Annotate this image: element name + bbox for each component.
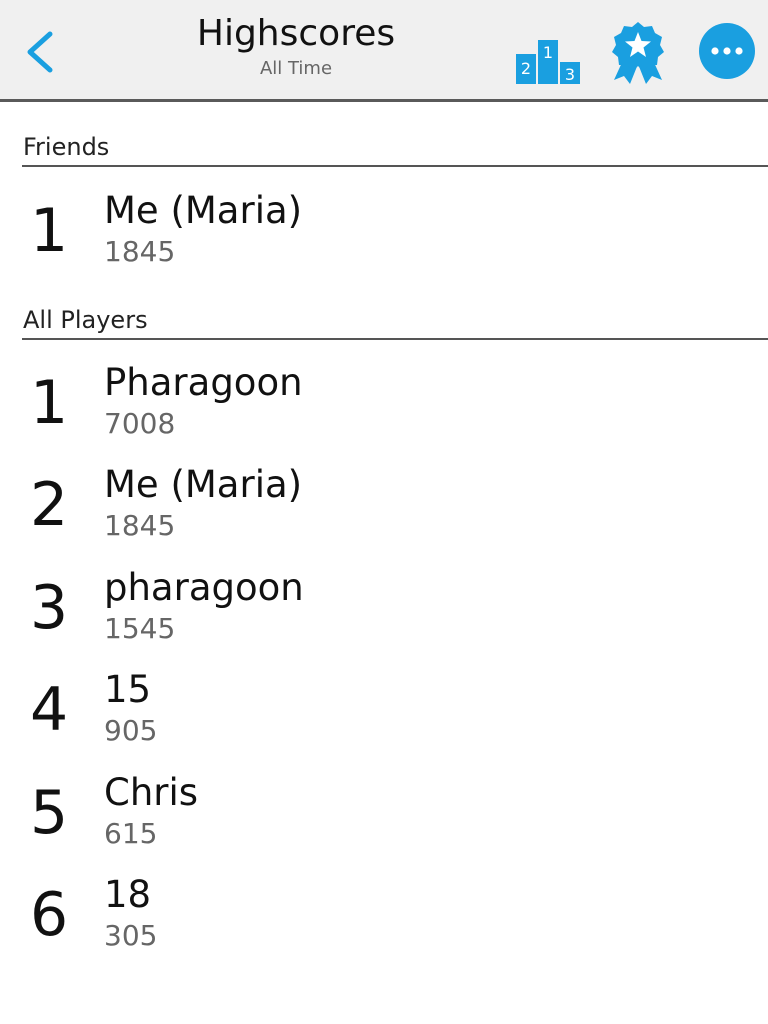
player-score: 1845 [104, 509, 176, 542]
title-block: Highscores All Time [150, 12, 442, 80]
player-name: Pharagoon [104, 361, 303, 404]
rank-number: 2 [30, 470, 69, 540]
player-name: Chris [104, 771, 199, 814]
rank-number: 3 [30, 573, 69, 643]
leaderboard-list-item[interactable]: 6 18 305 [0, 872, 768, 972]
leaderboard-list-item[interactable]: 3 pharagoon 1545 [0, 565, 768, 665]
player-score: 615 [104, 817, 158, 850]
chevron-left-icon [27, 31, 53, 73]
podium-icon: 2 1 3 [516, 40, 580, 84]
player-score: 1845 [104, 235, 176, 268]
leaderboard-list-item[interactable]: 1 Pharagoon 7008 [0, 360, 768, 460]
page-subtitle: All Time [259, 58, 333, 79]
top-bar: Highscores All Time 2 1 3 [0, 0, 768, 102]
friends-section-header: Friends [22, 132, 768, 167]
friends-list-item[interactable]: 1 Me (Maria) 1845 [0, 188, 768, 288]
all-players-section-header: All Players [22, 305, 768, 340]
leaderboard-list-item[interactable]: 2 Me (Maria) 1845 [0, 462, 768, 562]
all-players-section-label: All Players [23, 306, 148, 334]
achievements-button[interactable] [606, 20, 670, 86]
rank-number: 1 [30, 196, 69, 266]
page-title: Highscores [196, 13, 396, 54]
player-score: 305 [104, 919, 158, 952]
player-name: 15 [104, 668, 152, 711]
leaderboard-list-item[interactable]: 5 Chris 615 [0, 770, 768, 870]
player-score: 7008 [104, 407, 176, 440]
leaderboards-button[interactable]: 2 1 3 [512, 36, 584, 88]
rank-number: 5 [30, 778, 69, 848]
ribbon-star-icon [612, 22, 664, 84]
more-horizontal-icon [699, 23, 755, 79]
player-name: 18 [104, 873, 152, 916]
leaderboard-list-item[interactable]: 4 15 905 [0, 667, 768, 767]
more-button[interactable] [698, 22, 756, 80]
podium-number-3: 3 [565, 65, 575, 84]
podium-number-2: 2 [521, 59, 531, 78]
friends-section-label: Friends [23, 133, 110, 161]
player-name: Me (Maria) [104, 463, 303, 506]
player-name: Me (Maria) [104, 189, 303, 232]
podium-number-1: 1 [543, 43, 553, 62]
back-button[interactable] [14, 24, 64, 80]
rank-number: 6 [30, 880, 69, 950]
player-name: pharagoon [104, 566, 304, 609]
rank-number: 1 [30, 368, 69, 438]
rank-number: 4 [30, 675, 69, 745]
player-score: 1545 [104, 612, 176, 645]
player-score: 905 [104, 714, 158, 747]
